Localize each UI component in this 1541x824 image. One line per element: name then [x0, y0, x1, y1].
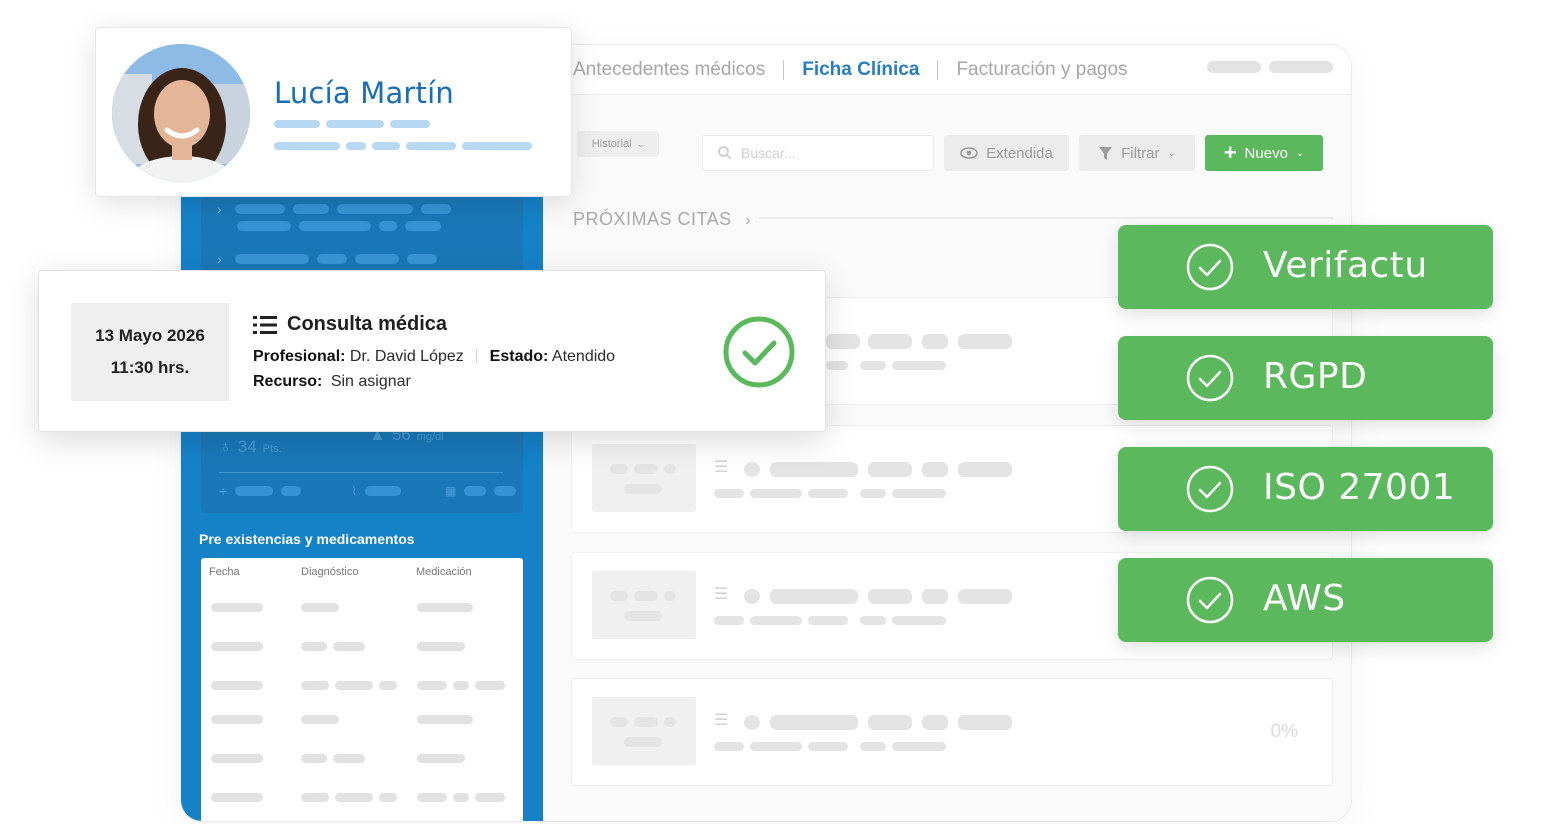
badge-verifactu: Verifactu	[1118, 225, 1493, 309]
search-placeholder: Buscar...	[741, 145, 796, 161]
patient-card[interactable]: Lucía Martín	[95, 27, 572, 197]
list-icon	[253, 315, 277, 334]
table-header-medication: Medicación	[416, 566, 472, 578]
tab-medical-history[interactable]: Antecedentes médicos	[573, 59, 783, 81]
new-label: Nuevo	[1244, 144, 1288, 162]
appointment-resource-line: Recurso: Sin asignar	[253, 373, 411, 391]
badge-rgpd: RGPD	[1118, 336, 1493, 420]
badge-aws: AWS	[1118, 558, 1493, 642]
history-label: Historial	[591, 138, 632, 150]
vital-score-unit: Pts.	[262, 443, 282, 455]
badge-label: AWS	[1263, 578, 1346, 619]
plus-icon: +	[219, 483, 228, 499]
status-value: Atendido	[551, 348, 616, 365]
pre-existing-title: Pre existencias y medicamentos	[199, 531, 415, 547]
separator	[476, 349, 478, 363]
status-label: Estado:	[489, 348, 549, 365]
appointment-title-text: Consulta médica	[287, 313, 448, 335]
badge-label: Verifactu	[1263, 245, 1428, 286]
avatar	[112, 44, 250, 182]
appointment-detail-card[interactable]: 13 Mayo 2026 11:30 hrs. Consulta médica …	[38, 270, 826, 432]
date-placeholder	[592, 697, 696, 765]
vital-score: ♁ 34 Pts.	[219, 437, 282, 457]
new-button[interactable]: + Nuevo ⌄	[1205, 135, 1323, 171]
eye-icon	[960, 147, 978, 159]
check-circle-icon	[1186, 243, 1234, 291]
tab-billing[interactable]: Facturación y pagos	[938, 59, 1145, 81]
plus-icon: +	[1223, 140, 1237, 165]
appointment-title: Consulta médica	[253, 313, 447, 336]
extended-view-button[interactable]: Extendida	[944, 135, 1069, 171]
badge-label: ISO 27001	[1263, 467, 1456, 508]
list-icon: ☰	[714, 712, 729, 729]
tab-clinical-record[interactable]: Ficha Clínica	[784, 59, 937, 81]
check-circle-icon	[1186, 576, 1234, 624]
chevron-right-icon: ›	[217, 251, 222, 267]
check-circle-icon	[723, 316, 795, 388]
search-input[interactable]: Buscar...	[702, 135, 934, 171]
vitals-footer: + ⌇ ▦	[219, 483, 517, 499]
check-circle-icon	[1186, 465, 1234, 513]
calendar-icon: ▦	[445, 484, 457, 498]
divider	[219, 472, 503, 473]
table-header-diagnosis: Diagnóstico	[301, 566, 359, 578]
table-header-date: Fecha	[209, 566, 240, 578]
stethoscope-icon: ♁	[219, 437, 232, 456]
resource-value: Sin asignar	[330, 373, 411, 390]
sidebar-row-detail	[237, 221, 441, 231]
patient-name: Lucía Martín	[274, 76, 454, 110]
badge-iso-27001: ISO 27001	[1118, 447, 1493, 531]
sidebar-row[interactable]: ›	[217, 251, 437, 267]
vital-score-value: 34	[237, 437, 257, 456]
date-placeholder	[592, 571, 696, 639]
badge-label: RGPD	[1263, 356, 1368, 397]
list-icon: ☰	[714, 459, 729, 476]
appointment-date: 13 Mayo 2026	[95, 326, 205, 345]
chevron-right-icon: ›	[217, 201, 222, 217]
sidebar-row[interactable]: ›	[217, 201, 451, 217]
chevron-down-icon: ⌄	[1167, 147, 1176, 159]
filter-button[interactable]: Filtrar ⌄	[1079, 135, 1195, 171]
appointment-card-placeholder[interactable]: ☰ 0%	[571, 678, 1333, 786]
extended-label: Extendida	[986, 144, 1053, 162]
upcoming-title-text: PRÓXIMAS CITAS	[573, 209, 732, 229]
professional-label: Profesional:	[253, 348, 346, 365]
appointment-date-box: 13 Mayo 2026 11:30 hrs.	[71, 303, 229, 401]
divider	[759, 217, 1333, 219]
chart-icon: ⌇	[351, 484, 358, 498]
history-dropdown[interactable]: Historial ⌄	[577, 131, 659, 157]
filter-icon	[1099, 146, 1113, 160]
resource-label: Recurso:	[253, 373, 323, 390]
filter-label: Filtrar	[1121, 144, 1160, 162]
record-tabs: Antecedentes médicos Ficha Clínica Factu…	[573, 45, 1351, 95]
upcoming-appointments-title[interactable]: PRÓXIMAS CITAS ›	[573, 209, 751, 230]
search-icon	[718, 146, 732, 160]
appointment-professional-line: Profesional: Dr. David López Estado: Ate…	[253, 348, 615, 366]
list-icon: ☰	[714, 586, 729, 603]
vital-weight-unit: mg/dl	[416, 431, 444, 443]
professional-value: Dr. David López	[349, 348, 464, 365]
pre-existing-table: Fecha Diagnóstico Medicación	[201, 558, 523, 821]
patient-photo	[112, 44, 250, 182]
appointment-time: 11:30 hrs.	[110, 358, 190, 377]
chevron-down-icon: ⌄	[1295, 147, 1305, 159]
chevron-right-icon: ›	[745, 212, 752, 229]
chevron-down-icon: ⌄	[636, 138, 645, 149]
date-placeholder	[592, 444, 696, 512]
check-circle-icon	[1186, 354, 1234, 402]
header-placeholders	[1207, 61, 1333, 73]
progress-percent: 0%	[1270, 721, 1298, 742]
